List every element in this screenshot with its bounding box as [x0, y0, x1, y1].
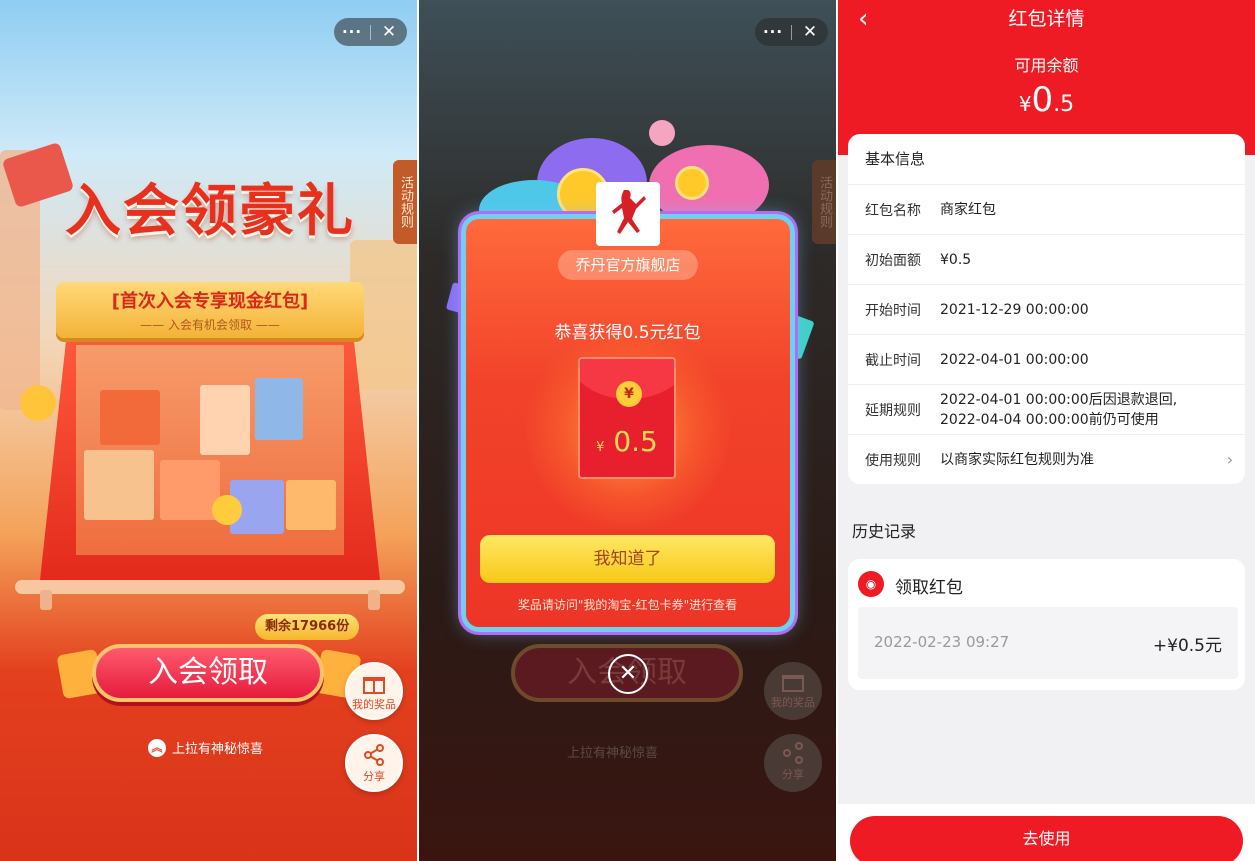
envelope-amount: ¥ 0.5: [580, 425, 674, 458]
store-name: 乔丹官方旗舰店: [558, 250, 698, 280]
promo-ribbon: [首次入会专享现金红包] —— 入会有机会领取 ——: [56, 282, 364, 338]
info-row-usage-rule[interactable]: 使用规则 以商家实际红包规则为准 ›: [848, 434, 1245, 484]
history-title: 历史记录: [852, 522, 917, 541]
jordan-logo-icon: [612, 190, 646, 234]
row-value: 2022-04-01 00:00:00: [940, 351, 1089, 368]
basic-info-card: 基本信息 红包名称 商家红包 初始面额 ¥0.5 开始时间 2021-12-29…: [848, 134, 1245, 484]
gift-box: [255, 378, 303, 440]
mini-program-capsule: ··· ✕: [334, 18, 407, 46]
row-value: ¥0.5: [940, 251, 972, 268]
history-card: ◉ 领取红包 2022-02-23 09:27 +¥0.5元: [848, 559, 1245, 690]
my-prizes-label: 我的奖品: [352, 698, 396, 711]
row-key: 使用规则: [865, 452, 921, 469]
history-date: 2022-02-23 09:27: [874, 633, 1010, 651]
cart-leg: [368, 590, 380, 610]
extension-line-2: 2022-04-04 00:00:00前仍可使用: [940, 411, 1159, 428]
activity-rules-tab[interactable]: 活动规则: [393, 160, 417, 244]
decor-blob: [649, 145, 769, 225]
share-label: 分享: [363, 770, 385, 783]
envelope-detail-panel: ‹ 红包详情 可用余额 ¥0.5 基本信息 红包名称 商家红包 初始面额 ¥0.…: [838, 0, 1255, 861]
close-icon[interactable]: ✕: [792, 22, 828, 42]
balance-label: 可用余额: [1014, 56, 1079, 75]
mini-program-capsule: ··· ✕: [755, 18, 828, 46]
my-prizes-button[interactable]: 我的奖品: [345, 662, 403, 720]
gift-box: [200, 385, 250, 455]
row-key: 开始时间: [865, 302, 921, 319]
history-amount: +¥0.5元: [1152, 636, 1222, 656]
popup-close-icon[interactable]: ✕: [608, 654, 648, 694]
row-value: 2021-12-29 00:00:00: [940, 301, 1089, 318]
remaining-badge: 剩余17966份: [255, 614, 360, 640]
balance-currency: ¥: [1018, 92, 1032, 116]
promo-panel: ··· ✕ 入会领豪礼 活动规则 [首次入会专享现金红包] —— 入会有机会领取…: [0, 0, 417, 861]
cart-handle: [15, 580, 405, 594]
dimmed-rules-tab: 活动规则: [812, 160, 836, 244]
chevron-up-icon: ︽: [148, 738, 166, 757]
dimmed-pull-tip: 上拉有神秘惊喜: [567, 746, 659, 761]
info-row-initial-amount: 初始面额 ¥0.5: [848, 234, 1245, 284]
more-icon[interactable]: ···: [334, 23, 370, 41]
envelope-coin-icon: ¥: [616, 381, 642, 407]
reward-popup-panel: 入会领取 上拉有神秘惊喜 我的奖品 分享 活动规则 ··· ✕ 乔丹官方旗舰店 …: [419, 0, 836, 861]
got-it-button[interactable]: 我知道了: [480, 535, 775, 583]
gift-icon: [782, 675, 804, 692]
row-value: 商家红包: [940, 201, 996, 218]
row-key: 红包名称: [865, 202, 921, 219]
ribbon-subtitle: —— 入会有机会领取 ——: [140, 318, 280, 332]
info-row-name: 红包名称 商家红包: [848, 184, 1245, 234]
dimmed-share-button: 分享: [764, 734, 822, 792]
share-button[interactable]: 分享: [345, 734, 403, 792]
balance-decimal: .5: [1053, 92, 1075, 117]
envelope-value: 0.5: [613, 425, 658, 458]
coin: [20, 385, 56, 421]
share-icon: [783, 742, 803, 764]
balance-integer: 0: [1031, 80, 1054, 120]
more-icon[interactable]: ···: [755, 23, 791, 41]
dimmed-share-label: 分享: [782, 768, 804, 781]
close-icon[interactable]: ✕: [371, 22, 407, 42]
envelope-record-icon: ◉: [858, 571, 884, 597]
row-value: 2022-04-01 00:00:00后因退款退回, 2022-04-04 00:…: [940, 390, 1245, 430]
share-icon: [364, 744, 384, 766]
use-now-button[interactable]: 去使用: [850, 816, 1243, 861]
join-member-button[interactable]: 入会领取: [92, 644, 324, 702]
chevron-right-icon: ›: [1226, 450, 1234, 469]
info-header: 基本信息: [865, 150, 926, 168]
pull-up-label: 上拉有神秘惊喜: [172, 742, 264, 757]
ribbon-title: [首次入会专享现金红包]: [111, 291, 309, 312]
decor-blob: [649, 120, 675, 146]
info-row-extension-rule: 延期规则 2022-04-01 00:00:00后因退款退回, 2022-04-0…: [848, 384, 1245, 434]
gift-box: [84, 450, 154, 520]
row-key: 延期规则: [865, 402, 921, 419]
congrats-text: 恭喜获得0.5元红包: [554, 323, 701, 343]
history-entry: 2022-02-23 09:27 +¥0.5元: [858, 607, 1238, 679]
coin-icon: [675, 166, 709, 200]
page-title: 红包详情: [1008, 8, 1085, 30]
gift-icon: [363, 677, 385, 694]
dimmed-my-prizes-button: 我的奖品: [764, 662, 822, 720]
store-logo: [596, 182, 660, 246]
envelope-currency: ¥: [596, 440, 605, 455]
row-key: 截止时间: [865, 352, 921, 369]
red-envelope: ¥ ¥ 0.5: [578, 357, 676, 479]
pull-up-tip[interactable]: ︽ 上拉有神秘惊喜: [148, 738, 263, 757]
info-row-start-time: 开始时间 2021-12-29 00:00:00: [848, 284, 1245, 334]
prize-hint: 奖品请访问"我的淘宝-红包卡券"进行查看: [517, 598, 738, 612]
gift-box: [100, 390, 160, 445]
dimmed-my-prizes-label: 我的奖品: [771, 696, 815, 709]
cart-leg: [40, 590, 52, 610]
row-key: 初始面额: [865, 252, 921, 269]
info-row-end-time: 截止时间 2022-04-01 00:00:00: [848, 334, 1245, 384]
gift-box: [286, 480, 336, 530]
coin: [212, 495, 242, 525]
balance-value: ¥0.5: [838, 80, 1255, 120]
promo-title: 入会领豪礼: [65, 179, 355, 244]
row-value: 以商家实际红包规则为准: [940, 451, 1094, 468]
gift-box: [160, 460, 220, 520]
history-item-name: 领取红包: [895, 578, 963, 598]
extension-line-1: 2022-04-01 00:00:00后因退款退回,: [940, 391, 1178, 408]
screenshot-stage: ··· ✕ 入会领豪礼 活动规则 [首次入会专享现金红包] —— 入会有机会领取…: [0, 0, 1255, 861]
